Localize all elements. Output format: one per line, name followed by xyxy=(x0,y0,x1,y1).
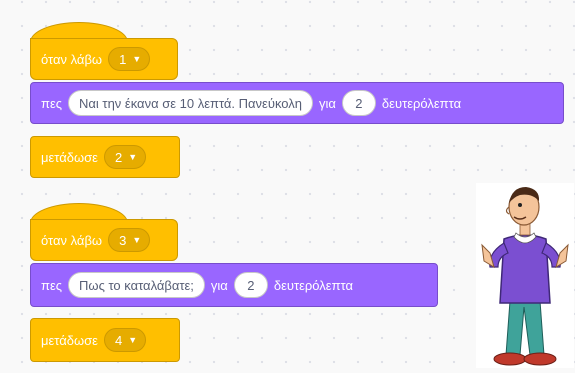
dropdown-value: 2 xyxy=(114,149,123,165)
block-label: πες xyxy=(41,277,63,293)
chevron-down-icon: ▼ xyxy=(128,152,138,162)
seconds-input[interactable]: 2 xyxy=(341,90,376,116)
seconds-input[interactable]: 2 xyxy=(233,272,268,298)
chevron-down-icon: ▼ xyxy=(132,235,142,245)
message-dropdown[interactable]: 1 ▼ xyxy=(108,47,151,71)
block-label: δευτερόλεπτα xyxy=(273,277,354,293)
message-input[interactable]: Ναι την έκανα σε 10 λεπτά. Πανεύκολη xyxy=(68,90,314,116)
dropdown-value: 4 xyxy=(114,332,123,348)
when-i-receive-block[interactable]: όταν λάβω 1 ▼ xyxy=(30,38,178,80)
block-label: μετάδωσε xyxy=(41,149,98,165)
broadcast-block[interactable]: μετάδωσε 2 ▼ xyxy=(30,136,180,178)
message-input[interactable]: Πως το καταλάβατε; xyxy=(68,272,205,298)
message-dropdown[interactable]: 4 ▼ xyxy=(103,328,147,352)
dropdown-value: 1 xyxy=(119,51,127,67)
block-label: πες xyxy=(41,95,63,111)
block-label: για xyxy=(319,95,336,111)
block-label: όταν λάβω xyxy=(41,232,103,248)
block-label: δευτερόλεπτα xyxy=(381,95,462,111)
block-label: για xyxy=(210,277,228,293)
say-for-secs-block[interactable]: πες Πως το καταλάβατε; για 2 δευτερόλεπτ… xyxy=(30,263,438,307)
block-label: μετάδωσε xyxy=(41,332,98,348)
man-shrugging-sprite xyxy=(476,183,574,368)
broadcast-block[interactable]: μετάδωσε 4 ▼ xyxy=(30,318,180,362)
man-shrugging-icon xyxy=(481,187,569,366)
message-dropdown[interactable]: 3 ▼ xyxy=(108,228,151,252)
chevron-down-icon: ▼ xyxy=(128,335,138,345)
dropdown-value: 3 xyxy=(119,232,127,248)
when-i-receive-block[interactable]: όταν λάβω 3 ▼ xyxy=(30,219,178,261)
block-label: όταν λάβω xyxy=(41,51,103,67)
say-for-secs-block[interactable]: πες Ναι την έκανα σε 10 λεπτά. Πανεύκολη… xyxy=(30,82,564,124)
chevron-down-icon: ▼ xyxy=(132,54,142,64)
message-dropdown[interactable]: 2 ▼ xyxy=(103,145,147,169)
